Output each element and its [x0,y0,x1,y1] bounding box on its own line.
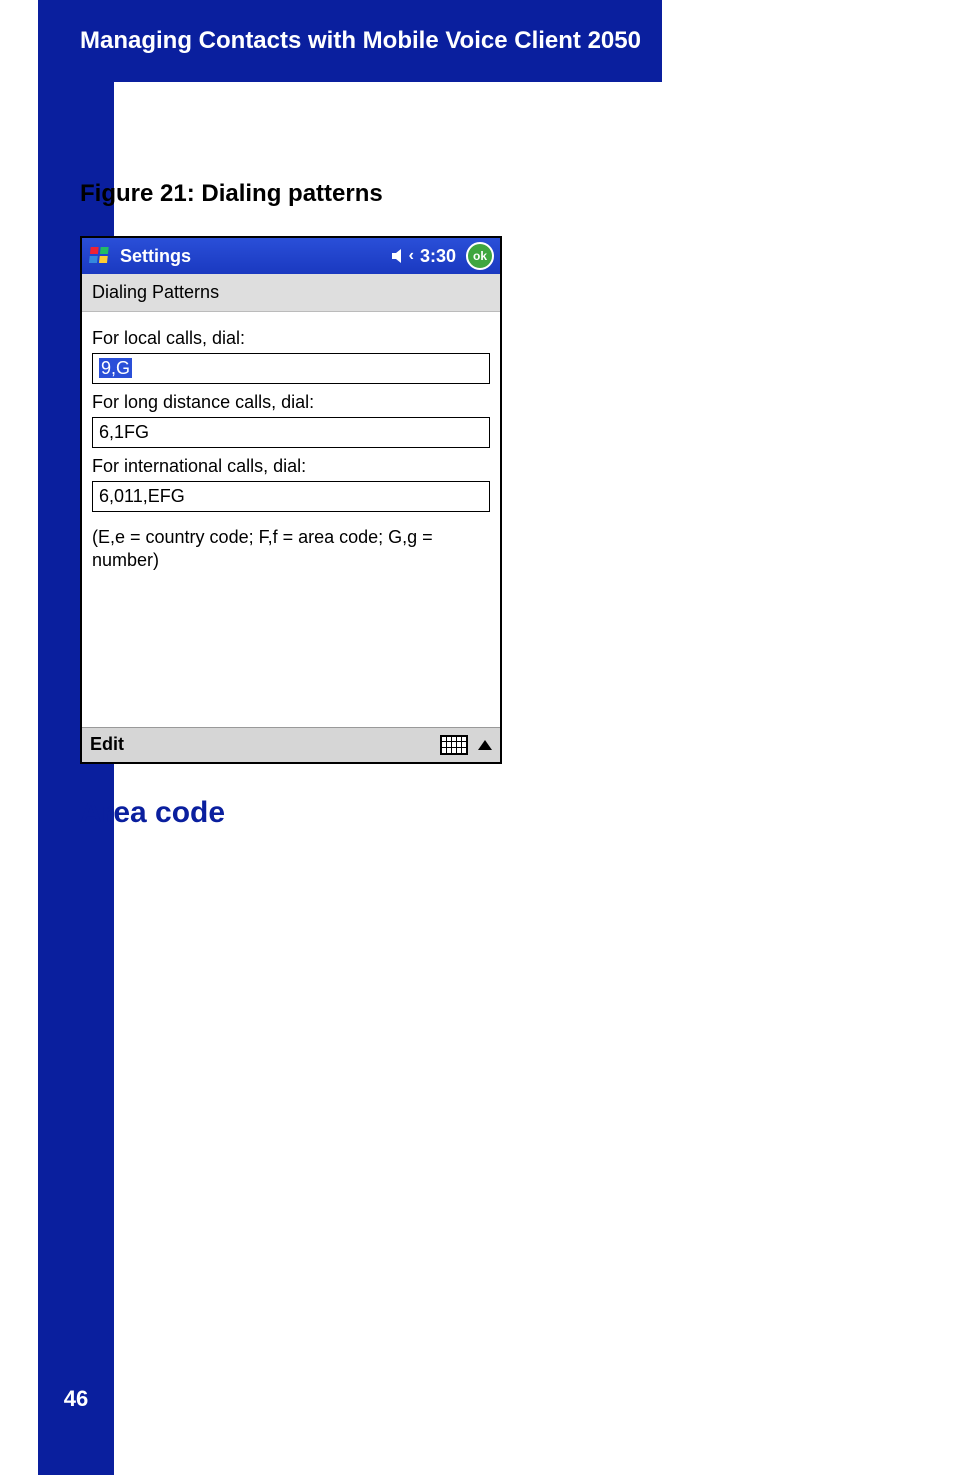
international-input[interactable] [92,481,490,512]
start-flag-icon[interactable] [88,243,114,269]
page-header: Managing Contacts with Mobile Voice Clie… [38,0,662,82]
ok-button[interactable]: ok [466,242,494,270]
figure-caption: Figure 21: Dialing patterns [80,180,900,208]
screenshot-body: For local calls, dial: 9,G For long dist… [82,312,500,727]
international-label: For international calls, dial: [92,456,490,477]
long-distance-input[interactable] [92,417,490,448]
local-calls-label: For local calls, dial: [92,328,490,349]
section-area-code: Area code [80,796,900,830]
page-header-title: Managing Contacts with Mobile Voice Clie… [80,27,641,55]
page-content: Figure 21: Dialing patterns Settings [80,180,900,830]
edit-menu[interactable]: Edit [90,734,434,755]
screenshot-titlebar: Settings ‹ 3:30 ok [82,238,500,274]
ok-button-label: ok [473,250,487,262]
local-calls-value: 9,G [99,358,132,378]
keyboard-icon[interactable] [440,735,468,755]
legend-hint: (E,e = country code; F,f = area code; G,… [92,526,490,573]
screenshot-subtitle: Dialing Patterns [82,274,500,312]
screenshot-container: Settings ‹ 3:30 ok Dialing Patterns For … [80,236,502,764]
speaker-icon[interactable]: ‹ [391,247,414,265]
screenshot-bottombar: Edit [82,727,500,762]
spacer [92,573,490,723]
clock-time: 3:30 [420,246,456,267]
document-page: Managing Contacts with Mobile Voice Clie… [0,0,954,1475]
page-number: 46 [38,1361,114,1437]
local-calls-input[interactable]: 9,G [92,353,490,384]
screenshot-title: Settings [120,246,385,267]
long-distance-label: For long distance calls, dial: [92,392,490,413]
up-arrow-icon[interactable] [478,740,492,750]
page-number-value: 46 [64,1386,88,1412]
